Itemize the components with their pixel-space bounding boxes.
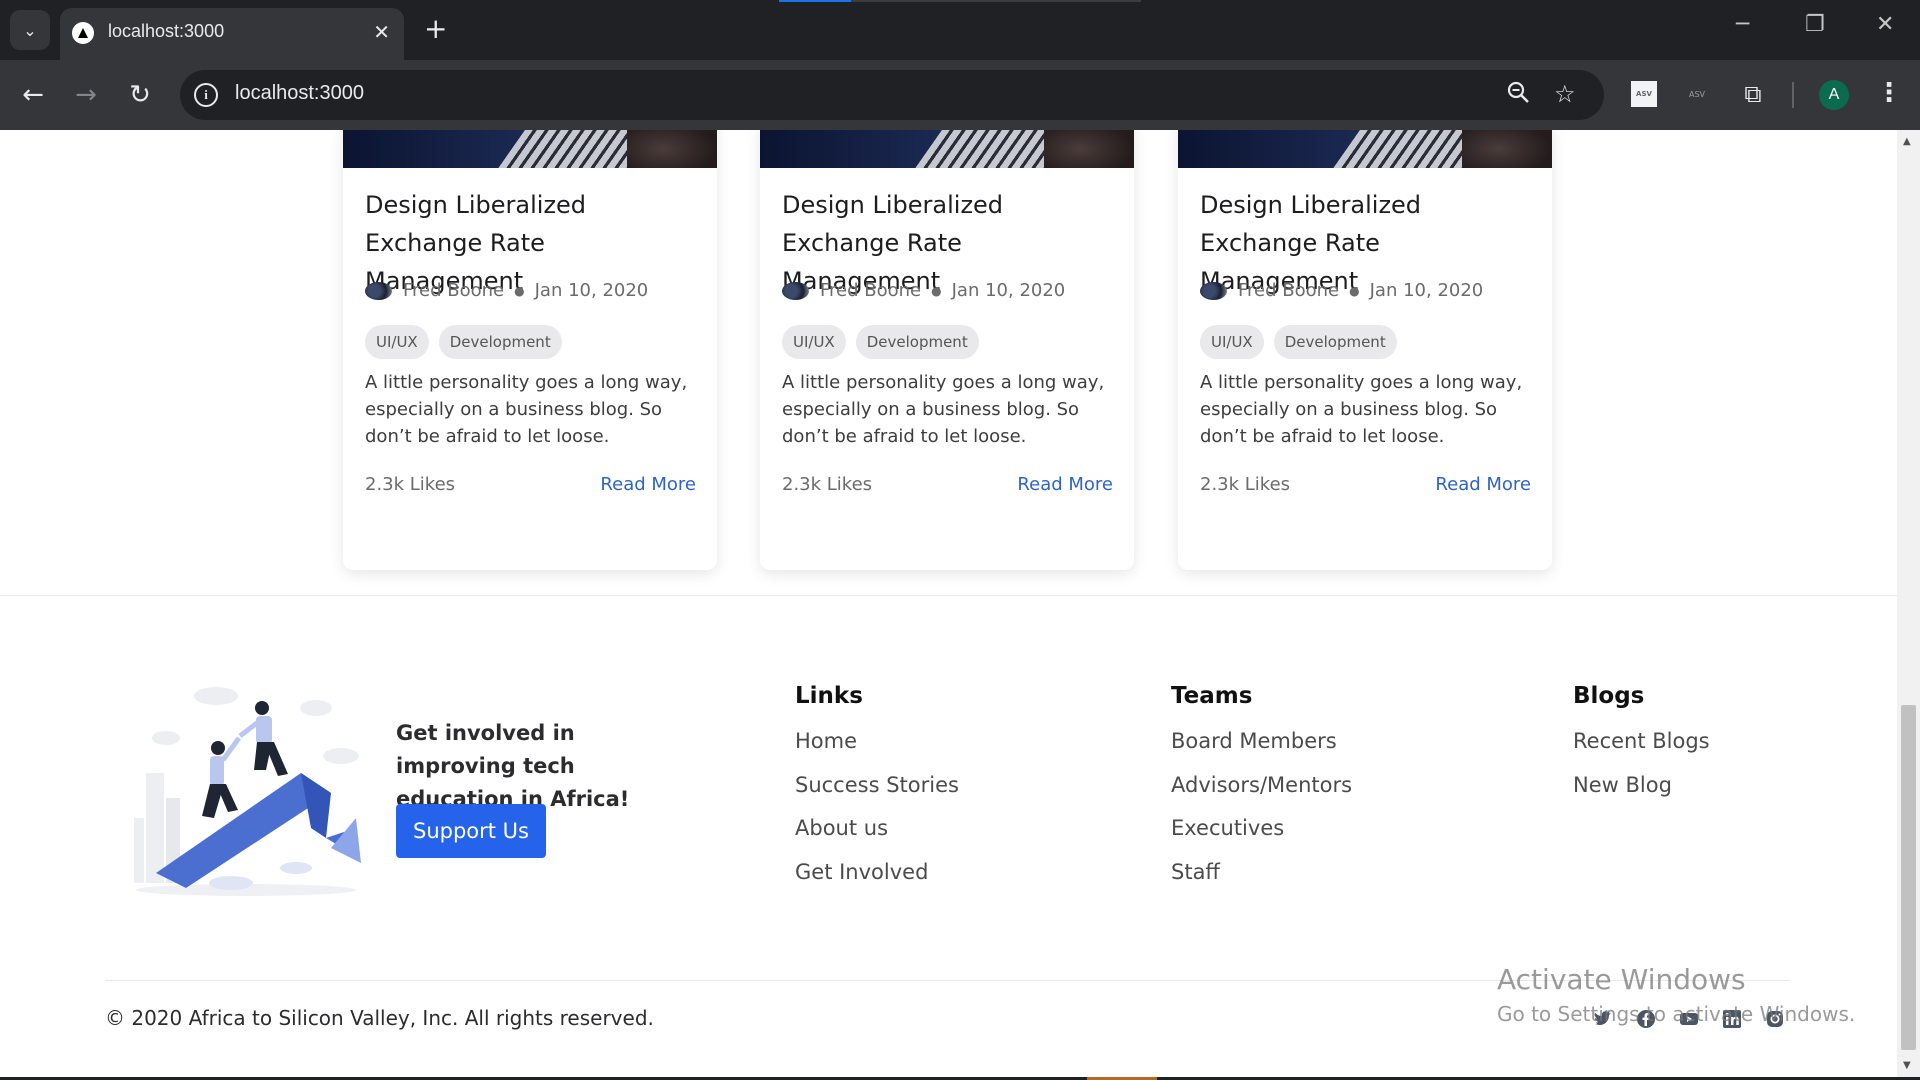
- section-divider: [0, 595, 1897, 596]
- footer-link-success-stories[interactable]: Success Stories: [795, 771, 959, 815]
- read-more-link[interactable]: Read More: [600, 474, 696, 495]
- footer-link-advisors-mentors[interactable]: Advisors/Mentors: [1171, 771, 1352, 815]
- likes-count: 2.3k Likes: [1200, 474, 1291, 495]
- loading-indicator: [779, 0, 851, 2]
- extension-asv-gray-icon[interactable]: ASV: [1684, 81, 1710, 107]
- chevron-down-icon: ⌄: [23, 20, 37, 40]
- read-more-link[interactable]: Read More: [1435, 474, 1531, 495]
- scroll-up-arrow-icon[interactable]: ▲: [1903, 136, 1911, 147]
- meta-separator-dot: ●: [514, 283, 525, 298]
- footer-links-column: Links Home Success Stories About us Get …: [795, 683, 959, 901]
- card-laptop-image: [760, 130, 1134, 168]
- minimize-icon[interactable]: ─: [1736, 12, 1749, 37]
- extensions-puzzle-icon[interactable]: ⧉: [1740, 80, 1766, 108]
- footer-teams-column: Teams Board Members Advisors/Mentors Exe…: [1171, 683, 1352, 901]
- author-name: Fred Boone: [1238, 280, 1340, 301]
- climbing-illustration: [134, 687, 361, 896]
- reload-icon[interactable]: ↻: [122, 77, 158, 113]
- likes-count: 2.3k Likes: [782, 474, 873, 495]
- likes-count: 2.3k Likes: [365, 474, 456, 495]
- kebab-menu-icon[interactable]: ⋮: [1876, 78, 1902, 108]
- tab-search-button[interactable]: ⌄: [10, 10, 50, 50]
- blog-card: Design Liberalized Exchange Rate Managem…: [343, 130, 717, 570]
- footer-heading: Links: [795, 683, 863, 709]
- footer-link-home[interactable]: Home: [795, 727, 959, 771]
- card-laptop-image: [343, 130, 717, 168]
- url-text[interactable]: localhost:3000: [235, 82, 364, 105]
- watermark-line-1: Activate Windows: [1497, 963, 1746, 996]
- tag-chip[interactable]: Development: [438, 325, 562, 359]
- support-us-button[interactable]: Support Us: [396, 804, 546, 858]
- card-laptop-image: [1178, 130, 1552, 168]
- back-arrow-icon[interactable]: ←: [15, 77, 51, 113]
- footer-link-staff[interactable]: Staff: [1171, 858, 1352, 902]
- site-info-icon[interactable]: i: [194, 83, 218, 107]
- browser-toolbar: ← → ↻ i localhost:3000 ☆ ASV ASV ⧉ A ⋮: [0, 60, 1920, 130]
- author-name: Fred Boone: [403, 280, 505, 301]
- browser-tabstrip: ⌄ localhost:3000 ✕ + ─ ❐ ✕: [0, 0, 1920, 60]
- footer-heading: Teams: [1171, 683, 1253, 709]
- meta-separator-dot: ●: [1349, 283, 1360, 298]
- toolbar-divider: [1792, 82, 1794, 108]
- footer-link-recent-blogs[interactable]: Recent Blogs: [1573, 727, 1710, 771]
- blog-card: Design Liberalized Exchange Rate Managem…: [1178, 130, 1552, 570]
- post-date: Jan 10, 2020: [1369, 280, 1484, 301]
- card-meta: Fred Boone ● Jan 10, 2020: [365, 280, 648, 301]
- footer-link-board-members[interactable]: Board Members: [1171, 727, 1352, 771]
- watermark-line-2: Go to Settings to activate Windows.: [1497, 1002, 1856, 1026]
- extension-asv-icon[interactable]: ASV: [1631, 81, 1657, 107]
- page-scrollbar[interactable]: ▲ ▼: [1897, 130, 1920, 1080]
- tag-list: UI/UX Development: [1200, 325, 1397, 359]
- profile-avatar[interactable]: A: [1819, 80, 1849, 110]
- cta-heading: Get involved in improving tech education…: [396, 721, 630, 811]
- scrollbar-thumb[interactable]: [1901, 705, 1916, 1050]
- card-excerpt: A little personality goes a long way, es…: [365, 372, 688, 447]
- author-name: Fred Boone: [820, 280, 922, 301]
- post-date: Jan 10, 2020: [534, 280, 649, 301]
- card-excerpt: A little personality goes a long way, es…: [1200, 372, 1523, 447]
- tag-chip[interactable]: UI/UX: [365, 325, 429, 359]
- tag-chip[interactable]: UI/UX: [782, 325, 846, 359]
- loading-track: [851, 0, 1141, 2]
- scroll-down-arrow-icon[interactable]: ▼: [1903, 1060, 1911, 1071]
- copyright-text: © 2020 Africa to Silicon Valley, Inc. Al…: [105, 1006, 654, 1030]
- browser-tab-active[interactable]: localhost:3000 ✕: [60, 8, 404, 60]
- footer-link-get-involved[interactable]: Get Involved: [795, 858, 959, 902]
- close-tab-icon[interactable]: ✕: [373, 20, 390, 44]
- author-avatar: [1200, 281, 1227, 300]
- author-avatar: [365, 281, 392, 300]
- footer-link-executives[interactable]: Executives: [1171, 814, 1352, 858]
- tag-chip[interactable]: Development: [1273, 325, 1397, 359]
- footer-heading: Blogs: [1573, 683, 1645, 709]
- meta-separator-dot: ●: [931, 283, 942, 298]
- restore-icon[interactable]: ❐: [1805, 12, 1825, 37]
- window-close-icon[interactable]: ✕: [1876, 12, 1894, 37]
- bookmark-star-icon[interactable]: ☆: [1554, 80, 1576, 108]
- tag-list: UI/UX Development: [782, 325, 979, 359]
- tag-chip[interactable]: UI/UX: [1200, 325, 1264, 359]
- read-more-link[interactable]: Read More: [1017, 474, 1113, 495]
- page-viewport: Design Liberalized Exchange Rate Managem…: [0, 130, 1897, 1080]
- card-excerpt: A little personality goes a long way, es…: [782, 372, 1105, 447]
- zoom-magnifier-icon[interactable]: [1506, 80, 1530, 110]
- footer-link-new-blog[interactable]: New Blog: [1573, 771, 1710, 815]
- tag-chip[interactable]: Development: [855, 325, 979, 359]
- blog-card: Design Liberalized Exchange Rate Managem…: [760, 130, 1134, 570]
- footer-blogs-column: Blogs Recent Blogs New Blog: [1573, 683, 1710, 814]
- footer-link-about-us[interactable]: About us: [795, 814, 959, 858]
- forward-arrow-icon[interactable]: →: [68, 77, 104, 113]
- card-meta: Fred Boone ● Jan 10, 2020: [782, 280, 1065, 301]
- author-avatar: [782, 281, 809, 300]
- tab-title: localhost:3000: [108, 21, 225, 41]
- triangle-favicon-icon: [72, 22, 94, 44]
- tag-list: UI/UX Development: [365, 325, 562, 359]
- address-bar[interactable]: i localhost:3000 ☆: [180, 70, 1604, 120]
- new-tab-plus-icon[interactable]: +: [424, 12, 447, 46]
- card-meta: Fred Boone ● Jan 10, 2020: [1200, 280, 1483, 301]
- windows-activation-watermark: Activate Windows Go to Settings to activ…: [1497, 963, 1855, 1026]
- post-date: Jan 10, 2020: [951, 280, 1066, 301]
